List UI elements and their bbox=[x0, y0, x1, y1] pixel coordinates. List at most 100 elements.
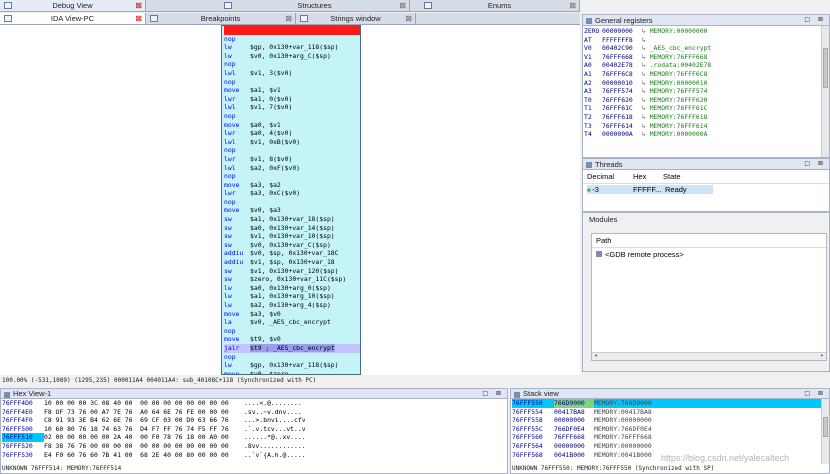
disasm-line[interactable] bbox=[224, 26, 360, 35]
scroll-left-icon[interactable]: ◂ bbox=[594, 352, 598, 359]
hex-row[interactable]: 76FFF530 E4 F0 60 76 60 7B 41 00 68 2E 40… bbox=[2, 451, 507, 460]
register-row[interactable]: A3 76FFF574 ↳ MEMORY:76FFF574 bbox=[584, 87, 829, 96]
tab-structures[interactable]: Structures ⊠ bbox=[220, 0, 410, 11]
disasm-line[interactable]: move $a3, $a2 bbox=[224, 181, 360, 190]
register-row[interactable]: V1 76FFF668 ↳ MEMORY:76FFF668 bbox=[584, 53, 829, 62]
register-row[interactable]: A2 00000010 ↳ MEMORY:00000010 bbox=[584, 79, 829, 88]
register-row[interactable]: ZERO 00000000 ↳ MEMORY:00000000 bbox=[584, 27, 829, 36]
tab-ida-view-pc[interactable]: IDA View-PC ⊠ bbox=[0, 13, 146, 24]
stack-row[interactable]: 76FFF560 76FFF668 MEMORY:76FFF668 bbox=[512, 433, 829, 442]
scroll-thumb[interactable] bbox=[823, 417, 828, 437]
disasm-line[interactable]: sw $v1, 0x130+var_120($sp) bbox=[224, 267, 360, 276]
disasm-line[interactable]: lwl $a2, 0xF($v0) bbox=[224, 164, 360, 173]
close-icon[interactable]: ⊠ bbox=[135, 14, 142, 23]
disasm-line[interactable]: lw $a1, 0x130+arg_10($sp) bbox=[224, 292, 360, 301]
hex-row[interactable]: 76FFF510 02 00 00 00 00 00 2A 40 00 F0 78… bbox=[2, 433, 507, 442]
thread-row[interactable]: ■ -3 FFFFF... Ready bbox=[583, 184, 829, 195]
disasm-line[interactable]: sw $a1, 0x130+var_18($sp) bbox=[224, 215, 360, 224]
register-row[interactable]: T4 0000000A ↳ MEMORY:0000000A bbox=[584, 130, 829, 139]
hex-row[interactable]: 76FFF4D0 10 00 00 00 3C 08 40 00 00 00 00… bbox=[2, 399, 507, 408]
stack-row[interactable]: 76FFF554 00417BA8 MEMORY:00417BA8 bbox=[512, 408, 829, 417]
col-decimal[interactable]: Decimal bbox=[587, 172, 633, 181]
register-row[interactable]: T1 76FFF61C ↳ MEMORY:76FFF61C bbox=[584, 104, 829, 113]
close-icon[interactable]: ⊠ bbox=[285, 14, 292, 23]
registers-scrollbar[interactable] bbox=[821, 26, 829, 157]
stack-scrollbar[interactable] bbox=[821, 399, 829, 464]
disasm-line[interactable]: la $v0, _AES_cbc_encrypt bbox=[224, 318, 360, 327]
stack-row[interactable]: 76FFF55C 766DF0E4 MEMORY:766DF0E4 bbox=[512, 425, 829, 434]
disasm-line[interactable]: lw $v0, 0x130+arg_C($sp) bbox=[224, 52, 360, 61]
disasm-line[interactable]: lwl $v1, 7($v0) bbox=[224, 103, 360, 112]
scroll-thumb[interactable] bbox=[823, 48, 828, 88]
register-row[interactable]: T0 76FFF620 ↳ MEMORY:76FFF620 bbox=[584, 96, 829, 105]
disasm-line[interactable]: addiu $v1, $sp, 0x130+var_18 bbox=[224, 258, 360, 267]
disasm-line[interactable]: move $v0, $a3 bbox=[224, 206, 360, 215]
disasm-line[interactable]: lwl $v1, 3($v0) bbox=[224, 69, 360, 78]
window-buttons[interactable]: □ ⊠ bbox=[804, 16, 826, 23]
stack-row[interactable]: 76FFF564 00000000 MEMORY:00000000 bbox=[512, 442, 829, 451]
close-icon[interactable]: ⊠ bbox=[135, 1, 142, 10]
disasm-line[interactable]: move $v0, $zero bbox=[224, 370, 360, 374]
disasm-line[interactable]: nop bbox=[224, 112, 360, 121]
disasm-line[interactable]: nop bbox=[224, 353, 360, 362]
disasm-line[interactable]: lwr $a3, 0xC($v0) bbox=[224, 189, 360, 198]
disasm-line[interactable]: nop bbox=[224, 146, 360, 155]
col-hex[interactable]: Hex bbox=[633, 172, 663, 181]
stack-row[interactable]: 76FFF550 766D9000 MEMORY:766D9000 bbox=[512, 399, 829, 408]
col-state[interactable]: State bbox=[663, 172, 681, 181]
disasm-line[interactable]: lwr $a0, 4($v0) bbox=[224, 129, 360, 138]
close-icon[interactable]: ⊠ bbox=[405, 14, 412, 23]
register-row[interactable]: V0 00402C90 ↳ _AES_cbc_encrypt bbox=[584, 44, 829, 53]
disasm-line[interactable]: sw $zero, 0x130+var_11C($sp) bbox=[224, 275, 360, 284]
disasm-line[interactable]: lwr $v1, 8($v0) bbox=[224, 155, 360, 164]
scroll-right-icon[interactable]: ▸ bbox=[820, 352, 824, 359]
window-buttons[interactable]: □ ⊠ bbox=[804, 160, 826, 167]
modules-list[interactable]: Path <GDB remote process> ◂ ▸ bbox=[591, 233, 827, 361]
disasm-line[interactable]: nop bbox=[224, 35, 360, 44]
disasm-line[interactable]: nop bbox=[224, 327, 360, 336]
hex-row[interactable]: 76FFF4F0 C8 91 93 3E B4 62 6E 76 69 CF 03… bbox=[2, 416, 507, 425]
tab-strings-window[interactable]: Strings window ⊠ bbox=[296, 13, 416, 24]
modules-col-path[interactable]: Path bbox=[592, 234, 826, 248]
stack-row[interactable]: 76FFF558 00000000 MEMORY:00000000 bbox=[512, 416, 829, 425]
disasm-line[interactable]: sw $v1, 0x130+var_10($sp) bbox=[224, 232, 360, 241]
tab-enums[interactable]: Enums ⊠ bbox=[420, 0, 580, 11]
disasm-line[interactable]: lwr $a1, 0($v0) bbox=[224, 95, 360, 104]
hex-row[interactable]: 76FFF500 10 60 80 76 18 74 63 76 D4 F7 FF… bbox=[2, 425, 507, 434]
disasm-line[interactable]: lw $a0, 0x130+arg_0($sp) bbox=[224, 284, 360, 293]
tab-breakpoints[interactable]: Breakpoints ⊠ bbox=[146, 13, 296, 24]
register-row[interactable]: AT FFFFFFF8 ↳ bbox=[584, 36, 829, 45]
register-row[interactable]: T3 76FFF614 ↳ MEMORY:76FFF614 bbox=[584, 122, 829, 131]
disasm-line[interactable]: sw $v0, 0x130+var_C($sp) bbox=[224, 241, 360, 250]
window-buttons[interactable]: □ ⊠ bbox=[482, 390, 504, 397]
register-value: 76FFF574 bbox=[602, 87, 633, 96]
disasm-line[interactable]: lwl $v1, 0xB($v0) bbox=[224, 138, 360, 147]
disasm-line[interactable]: nop bbox=[224, 172, 360, 181]
module-item[interactable]: <GDB remote process> bbox=[592, 248, 826, 261]
modules-hscrollbar[interactable]: ◂ ▸ bbox=[592, 352, 826, 360]
register-row[interactable]: T2 76FFF618 ↳ MEMORY:76FFF618 bbox=[584, 113, 829, 122]
disasm-line[interactable]: lw $gp, 0x130+var_118($sp) bbox=[224, 361, 360, 370]
ida-graph-view[interactable]: nop lw $gp, 0x130+var_118($sp) lw $v0, 0x130… bbox=[0, 25, 580, 375]
hex-row[interactable]: 76FFF520 F8 38 76 76 00 00 00 00 00 00 00… bbox=[2, 442, 507, 451]
disasm-line[interactable]: sw $a0, 0x130+var_14($sp) bbox=[224, 224, 360, 233]
disasm-line[interactable]: nop bbox=[224, 198, 360, 207]
disasm-line[interactable]: move $t9, $v0 bbox=[224, 335, 360, 344]
close-icon[interactable]: ⊠ bbox=[399, 1, 406, 10]
disasm-line[interactable]: move $a3, $v0 bbox=[224, 310, 360, 319]
disasm-line[interactable]: nop bbox=[224, 60, 360, 69]
disasm-line[interactable]: addiu $v0, $sp, 0x130+var_18C bbox=[224, 249, 360, 258]
disasm-line[interactable]: move $a0, $v1 bbox=[224, 121, 360, 130]
register-row[interactable]: A1 76FFF6C8 ↳ MEMORY:76FFF6C8 bbox=[584, 70, 829, 79]
window-buttons[interactable]: □ ⊠ bbox=[804, 390, 826, 397]
disasm-line[interactable]: nop bbox=[224, 78, 360, 87]
hex-row[interactable]: 76FFF4E0 F8 OF 73 76 00 A7 7E 76 A0 64 6E… bbox=[2, 408, 507, 417]
tab-debug-view[interactable]: Debug View ⊠ bbox=[0, 0, 146, 11]
close-icon[interactable]: ⊠ bbox=[569, 1, 576, 10]
disasm-line[interactable]: lw $gp, 0x130+var_118($sp) bbox=[224, 43, 360, 52]
disasm-line[interactable]: jalr $t9 ; _AES_cbc_encrypt bbox=[224, 343, 360, 353]
disasm-line[interactable]: move $a1, $v1 bbox=[224, 86, 360, 95]
disasm-block[interactable]: nop lw $gp, 0x130+var_118($sp) lw $v0, 0x130… bbox=[221, 25, 361, 375]
register-row[interactable]: A0 00402E78 ↳ .rodata:00402E78 bbox=[584, 61, 829, 70]
disasm-line[interactable]: lw $a2, 0x130+arg_4($sp) bbox=[224, 301, 360, 310]
